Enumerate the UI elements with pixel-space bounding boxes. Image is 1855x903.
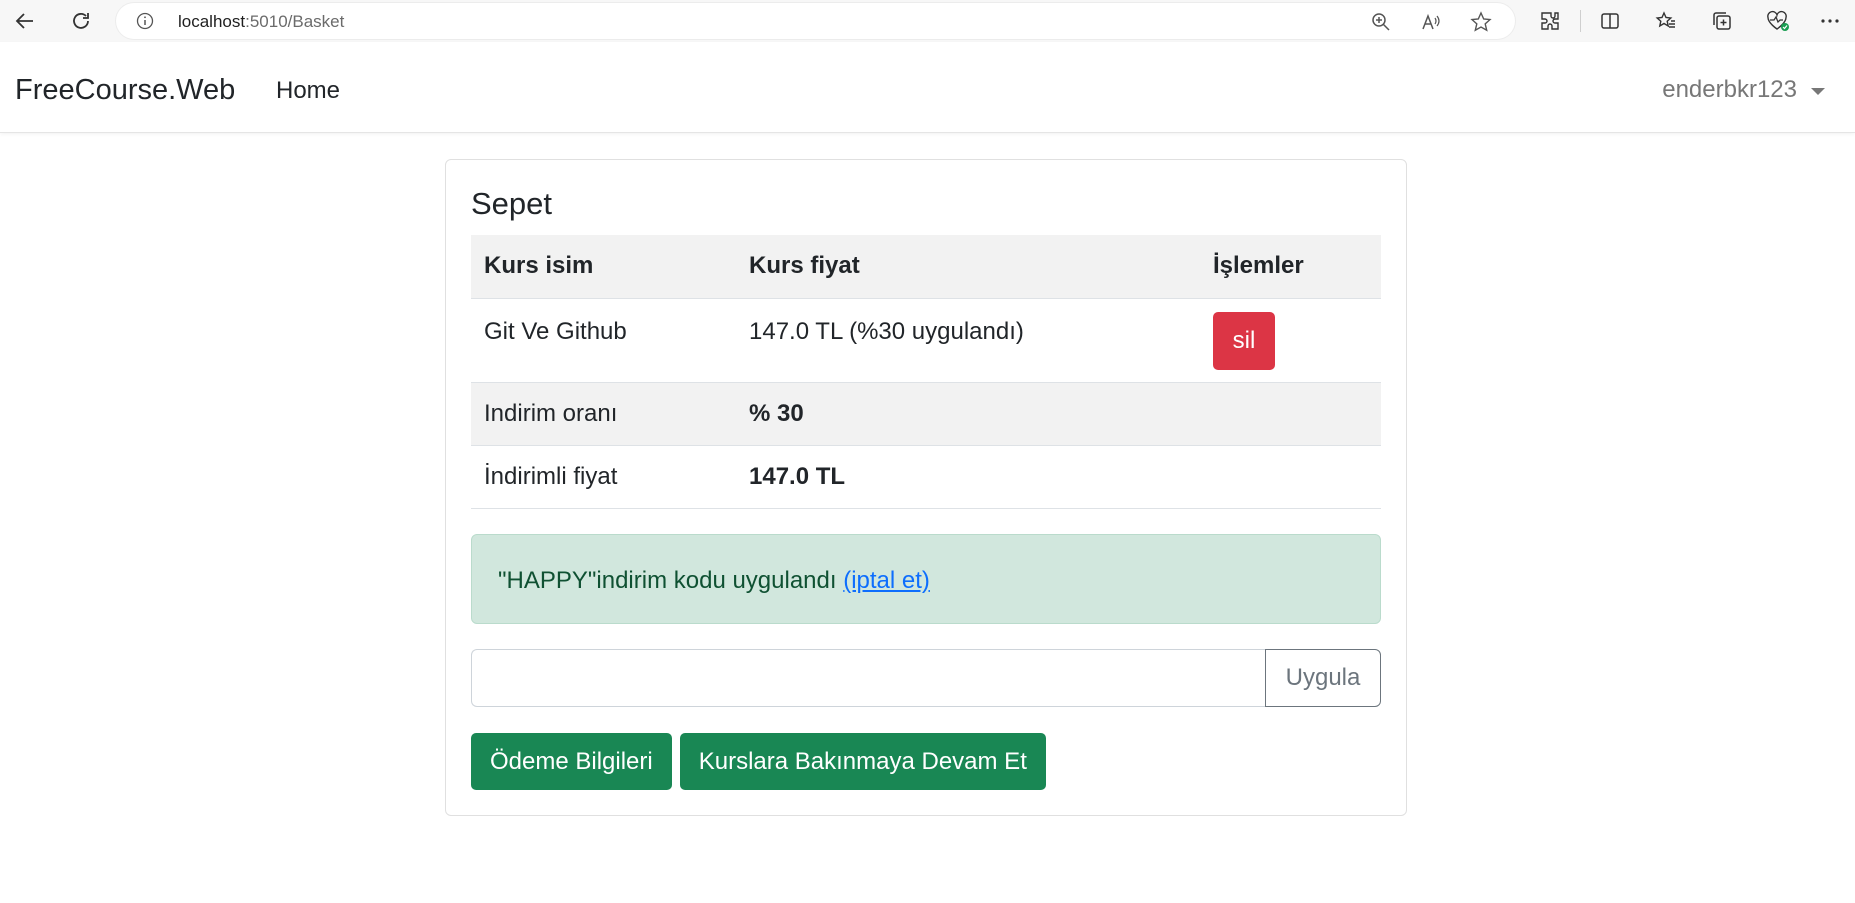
collections-icon[interactable]	[1709, 8, 1735, 34]
info-icon[interactable]	[136, 12, 154, 30]
basket-table: Kurs isim Kurs fiyat İşlemler Git Ve Git…	[471, 235, 1381, 509]
basket-card: Sepet Kurs isim Kurs fiyat İşlemler Git …	[445, 159, 1407, 816]
actions-cell: sil	[1200, 298, 1381, 383]
discount-rate-label: Indirim oranı	[471, 382, 736, 446]
discounted-price-value: 147.0 TL	[736, 445, 1200, 509]
course-name: Git Ve Github	[471, 298, 736, 383]
favorites-icon[interactable]	[1653, 8, 1679, 34]
zoom-icon[interactable]	[1370, 11, 1392, 33]
apply-button[interactable]: Uygula	[1265, 649, 1381, 707]
refresh-icon[interactable]	[68, 8, 94, 34]
brand-link[interactable]: FreeCourse.Web	[15, 74, 235, 107]
basket-actions: Ödeme Bilgileri Kurslara Bakınmaya Devam…	[471, 733, 1054, 790]
favorite-star-icon[interactable]	[1470, 11, 1492, 33]
read-aloud-icon[interactable]	[1420, 11, 1442, 33]
chevron-down-icon	[1811, 87, 1825, 95]
table-row: Git Ve Github 147.0 TL (%30 uygulandı) s…	[471, 298, 1381, 383]
continue-shopping-button[interactable]: Kurslara Bakınmaya Devam Et	[679, 733, 1046, 790]
address-bar[interactable]: localhost:5010/Basket	[116, 3, 1515, 39]
discounted-price-label: İndirimli fiyat	[471, 445, 736, 509]
column-header-price: Kurs fiyat	[736, 235, 1200, 299]
course-price: 147.0 TL (%30 uygulandı)	[736, 298, 1200, 383]
extensions-icon[interactable]	[1537, 8, 1563, 34]
nav-home-link[interactable]: Home	[276, 77, 340, 105]
column-header-actions: İşlemler	[1200, 235, 1381, 299]
page-title: Sepet	[471, 186, 553, 221]
browser-toolbar: localhost:5010/Basket	[0, 0, 1855, 42]
discount-applied-alert: "HAPPY"indirim kodu uygulandı (iptal et)	[471, 534, 1381, 624]
split-screen-icon[interactable]	[1597, 8, 1623, 34]
user-name: enderbkr123	[1662, 76, 1797, 103]
back-arrow-icon[interactable]	[12, 8, 38, 34]
url-text: localhost:5010/Basket	[178, 12, 345, 31]
discount-rate-row: Indirim oranı % 30	[471, 382, 1381, 446]
user-dropdown[interactable]: enderbkr123	[1662, 76, 1825, 104]
browser-essentials-icon[interactable]	[1765, 8, 1791, 34]
delete-button[interactable]: sil	[1213, 311, 1275, 370]
more-options-icon[interactable]	[1817, 8, 1843, 34]
alert-text: "HAPPY"indirim kodu uygulandı	[498, 567, 837, 594]
coupon-input-group: Uygula	[471, 649, 1381, 707]
navbar: FreeCourse.Web Home enderbkr123	[0, 42, 1855, 132]
payment-info-button[interactable]: Ödeme Bilgileri	[471, 733, 672, 790]
table-header-row: Kurs isim Kurs fiyat İşlemler	[471, 235, 1381, 299]
cancel-discount-link[interactable]: (iptal et)	[843, 567, 930, 594]
discount-rate-value: % 30	[736, 382, 1200, 446]
discount-code-input[interactable]	[471, 649, 1265, 707]
toolbar-divider	[1580, 10, 1581, 32]
column-header-name: Kurs isim	[471, 235, 736, 299]
discounted-price-row: İndirimli fiyat 147.0 TL	[471, 445, 1381, 509]
